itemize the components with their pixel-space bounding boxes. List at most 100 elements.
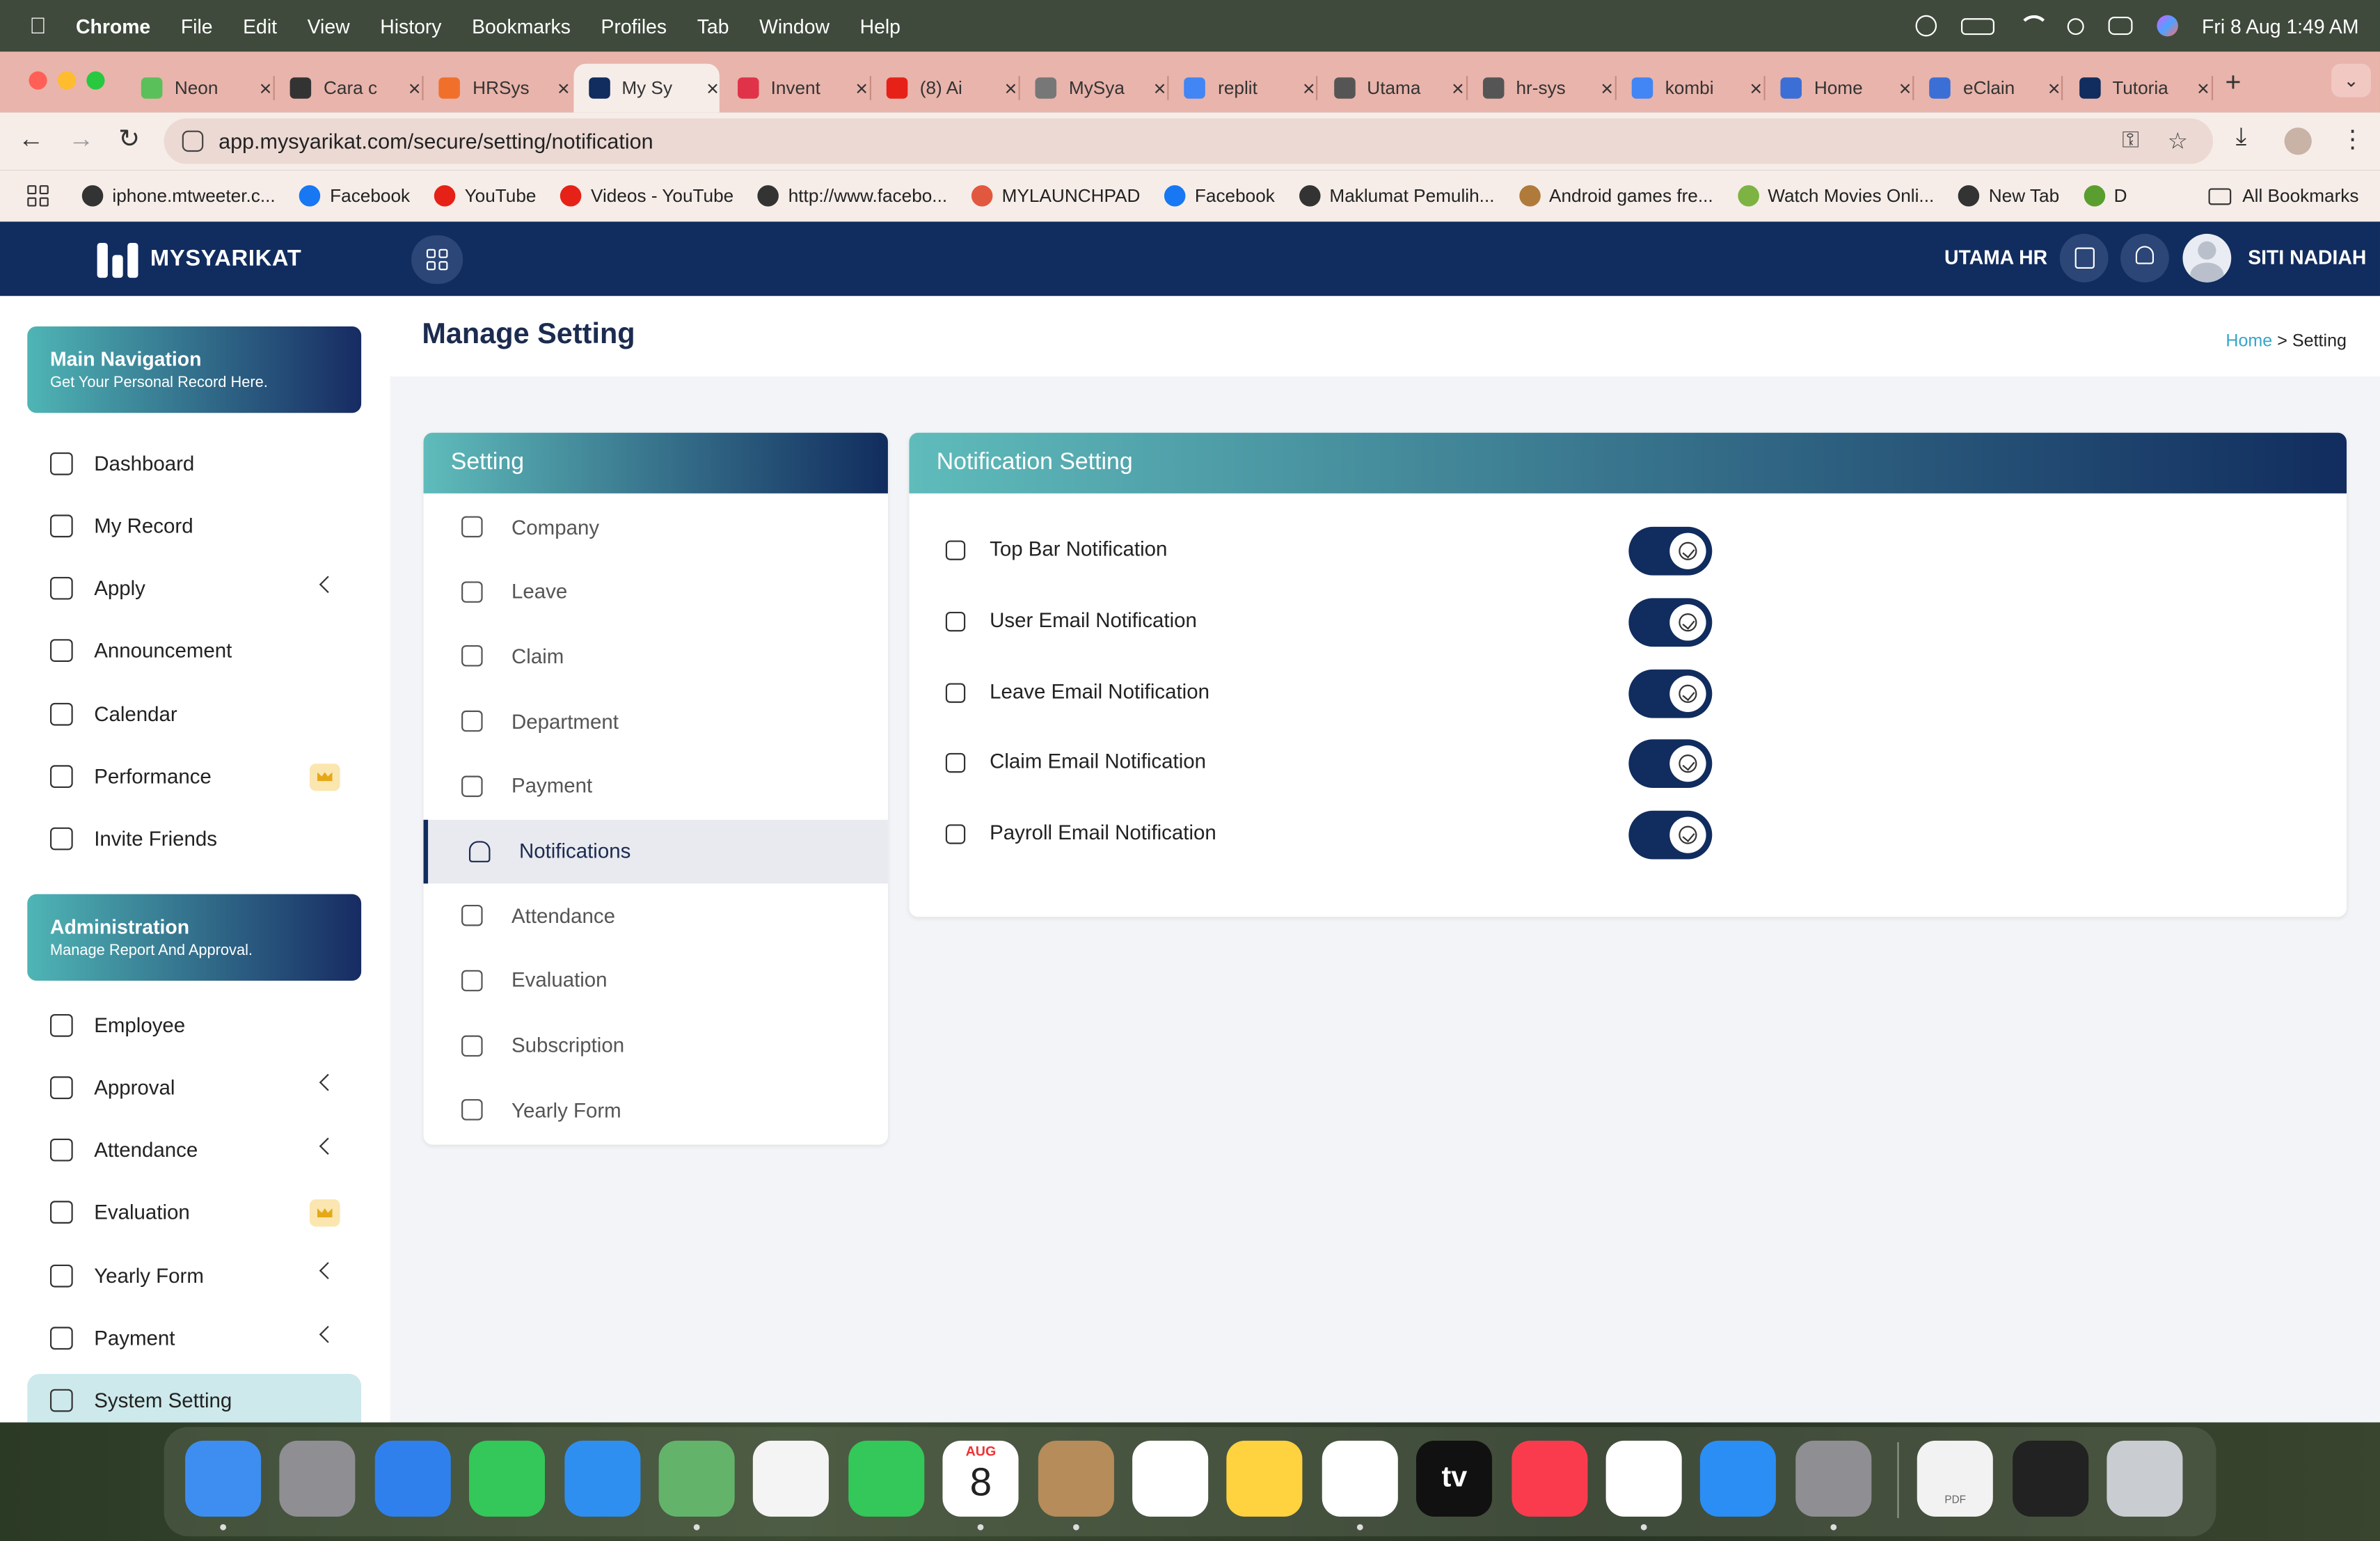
bookmark-item[interactable]: Android games fre... — [1518, 185, 1713, 207]
bookmark-item[interactable]: Watch Movies Onli... — [1737, 185, 1934, 207]
user-avatar[interactable] — [2182, 233, 2232, 283]
close-tab-icon[interactable]: × — [408, 76, 421, 100]
facetime-icon[interactable] — [848, 1440, 924, 1517]
wifi-icon[interactable] — [2018, 15, 2049, 37]
apps-menu-button[interactable] — [411, 235, 463, 284]
messages-icon[interactable] — [469, 1440, 546, 1517]
notifications-button[interactable] — [2120, 233, 2169, 283]
browser-tab[interactable]: kombi × — [1617, 64, 1762, 113]
setting-item-yearly-form[interactable]: Yearly Form — [424, 1078, 888, 1142]
chevron-left-icon[interactable] — [319, 1137, 337, 1155]
bookmark-item[interactable]: Videos - YouTube — [560, 185, 733, 207]
close-tab-icon[interactable]: × — [1452, 76, 1464, 100]
browser-tab[interactable]: Utama × — [1319, 64, 1464, 113]
menu-bookmarks[interactable]: Bookmarks — [472, 15, 571, 38]
menu-tab[interactable]: Tab — [697, 15, 729, 38]
control-center-icon[interactable] — [2107, 16, 2132, 35]
new-tab-button[interactable]: + — [2226, 67, 2242, 99]
browser-tab[interactable]: MySya × — [1020, 64, 1166, 113]
sidebar-item-calendar[interactable]: Calendar — [27, 686, 361, 741]
safari-icon[interactable] — [374, 1440, 451, 1517]
tab-search-button[interactable]: ⌄ — [2331, 63, 2371, 97]
browser-tab[interactable]: eClain × — [1914, 64, 2061, 113]
launchpad-icon[interactable] — [280, 1440, 356, 1517]
sidebar-item-attendance[interactable]: Attendance — [27, 1123, 361, 1178]
company-switch-button[interactable] — [2059, 233, 2109, 283]
calendar-icon[interactable]: AUG 8 — [942, 1440, 1019, 1517]
menu-window[interactable]: Window — [759, 15, 830, 38]
app-store-icon[interactable] — [1700, 1440, 1777, 1517]
close-tab-icon[interactable]: × — [706, 76, 719, 100]
close-tab-icon[interactable]: × — [2048, 76, 2061, 100]
menu-file[interactable]: File — [181, 15, 213, 38]
menu-edit[interactable]: Edit — [243, 15, 277, 38]
bookmark-star-icon[interactable]: ☆ — [2168, 127, 2188, 155]
sidebar-item-apply[interactable]: Apply — [27, 561, 361, 616]
close-tab-icon[interactable]: × — [1154, 76, 1166, 100]
finder-icon[interactable] — [185, 1440, 262, 1517]
reminders-icon[interactable] — [1132, 1440, 1209, 1517]
setting-item-payment[interactable]: Payment — [424, 754, 888, 819]
music-icon[interactable] — [1511, 1440, 1587, 1517]
setting-item-leave[interactable]: Leave — [424, 560, 888, 624]
menu-help[interactable]: Help — [860, 15, 901, 38]
close-tab-icon[interactable]: × — [1750, 76, 1762, 100]
reload-button[interactable]: ↻ — [118, 125, 140, 155]
sidebar-item-payment[interactable]: Payment — [27, 1311, 361, 1366]
notification-toggle[interactable] — [1628, 811, 1713, 860]
notification-toggle[interactable] — [1628, 668, 1713, 718]
password-key-icon[interactable]: ⚿ — [2122, 127, 2139, 153]
contacts-icon[interactable] — [1038, 1440, 1114, 1517]
setting-item-evaluation[interactable]: Evaluation — [424, 949, 888, 1013]
bookmark-item[interactable]: MYLAUNCHPAD — [971, 185, 1140, 207]
setting-item-subscription[interactable]: Subscription — [424, 1013, 888, 1077]
spotlight-search-icon[interactable] — [2066, 17, 2084, 35]
close-tab-icon[interactable]: × — [1899, 76, 1912, 100]
chevron-left-icon[interactable] — [319, 1325, 337, 1343]
address-url[interactable]: app.mysyarikat.com/secure/setting/notifi… — [219, 129, 653, 153]
setting-item-company[interactable]: Company — [424, 495, 888, 559]
browser-tab[interactable]: hr-sys × — [1468, 64, 1613, 113]
apple-icon[interactable]:  — [0, 13, 76, 39]
company-name[interactable]: UTAMA HR — [1944, 246, 2047, 269]
setting-item-notifications[interactable]: Notifications — [423, 819, 888, 883]
bookmark-item[interactable]: http://www.facebo... — [758, 185, 947, 207]
minimize-window-button[interactable] — [57, 71, 77, 90]
browser-tab[interactable]: Cara c × — [275, 64, 421, 113]
screenshot-icon[interactable] — [2012, 1440, 2088, 1517]
maps-icon[interactable] — [658, 1440, 735, 1517]
setting-item-attendance[interactable]: Attendance — [424, 884, 888, 948]
menubar-clock[interactable]: Fri 8 Aug 1:49 AM — [2202, 15, 2358, 38]
bookmark-item[interactable]: iphone.mtweeter.c... — [81, 185, 276, 207]
menu-profiles[interactable]: Profiles — [601, 15, 667, 38]
chevron-left-icon[interactable] — [319, 1262, 337, 1280]
siri-icon[interactable] — [2156, 15, 2178, 37]
sidebar-item-employee[interactable]: Employee — [27, 997, 361, 1052]
browser-tab[interactable]: Home × — [1766, 64, 1911, 113]
sidebar-item-evaluation[interactable]: Evaluation — [27, 1185, 361, 1240]
bookmark-item[interactable]: Maklumat Pemulih... — [1299, 185, 1494, 207]
downloads-icon[interactable]: ⤓ — [2236, 125, 2246, 152]
browser-tab[interactable]: Tutoria × — [2063, 64, 2210, 113]
bookmark-item[interactable]: New Tab — [1958, 185, 2059, 207]
chrome-icon[interactable] — [1605, 1440, 1682, 1517]
bookmark-item[interactable]: D — [2084, 185, 2127, 207]
notification-toggle[interactable] — [1628, 597, 1713, 647]
close-tab-icon[interactable]: × — [1303, 76, 1315, 100]
browser-tab[interactable]: (8) Ai × — [871, 64, 1017, 113]
close-tab-icon[interactable]: × — [260, 76, 272, 100]
bookmark-item[interactable]: YouTube — [434, 185, 536, 207]
close-tab-icon[interactable]: × — [1004, 76, 1017, 100]
trash-icon[interactable] — [2107, 1440, 2183, 1517]
chevron-left-icon[interactable] — [319, 1074, 337, 1092]
pdf-document-icon[interactable]: PDF — [1917, 1440, 1994, 1517]
setting-item-claim[interactable]: Claim — [424, 624, 888, 688]
close-tab-icon[interactable]: × — [1601, 76, 1613, 100]
browser-tab[interactable]: HRSys × — [424, 64, 570, 113]
sidebar-item-approval[interactable]: Approval — [27, 1060, 361, 1115]
battery-icon[interactable] — [1960, 17, 1994, 35]
user-name[interactable]: SITI NADIAH — [2248, 246, 2366, 269]
now-playing-icon[interactable] — [1914, 15, 1937, 37]
chevron-left-icon[interactable] — [319, 575, 337, 593]
notes-icon[interactable] — [1227, 1440, 1303, 1517]
